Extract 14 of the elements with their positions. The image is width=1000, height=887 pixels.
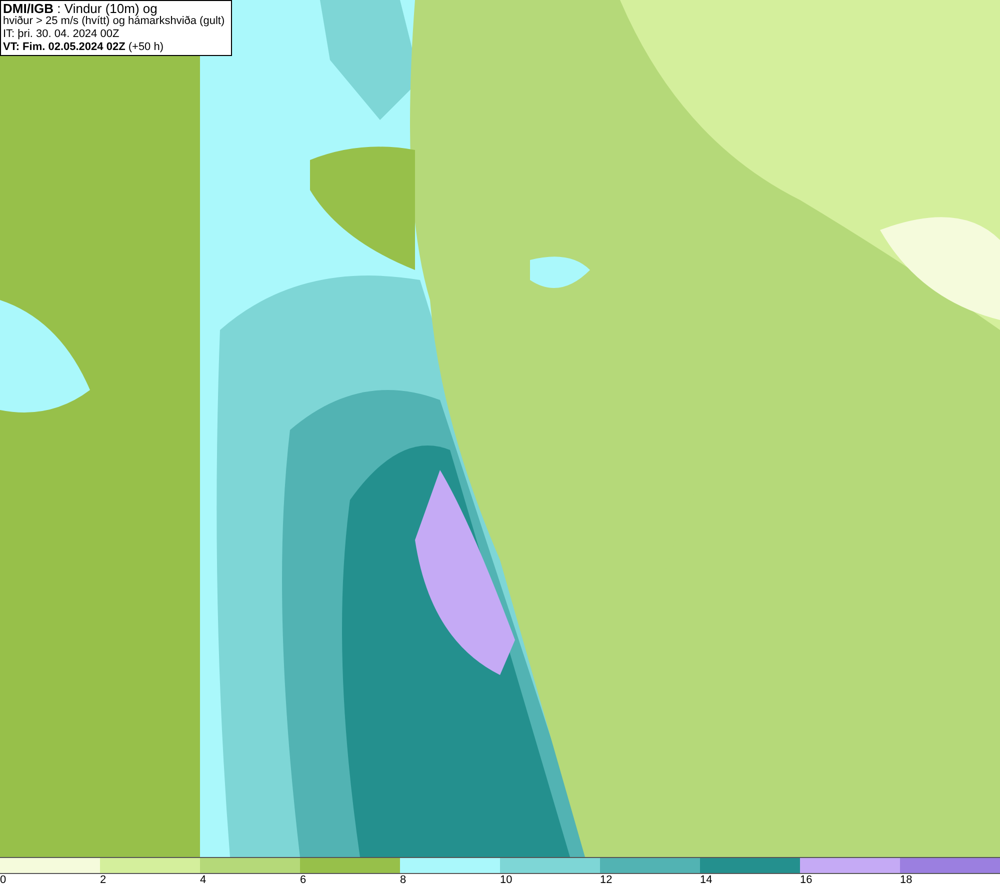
- legend-label: 0: [0, 874, 6, 887]
- legend-label: 2: [100, 874, 106, 887]
- legend-label: 8: [400, 874, 406, 887]
- legend-label: 4: [200, 874, 206, 887]
- header-line: VT: Fim. 02.05.2024 02Z (+50 h): [3, 41, 165, 54]
- header-line: IT: þri. 30. 04. 2024 00Z: [3, 28, 120, 41]
- legend-label: 14: [700, 874, 712, 887]
- legend-label: 10: [500, 874, 512, 887]
- header-line: DMI/IGB : Vindur (10m) og: [3, 2, 158, 15]
- legend-label: 12: [600, 874, 612, 887]
- header-line: hviður > 25 m/s (hvítt) og hámarkshviða (gult): [3, 15, 226, 28]
- legend-label: 6: [300, 874, 306, 887]
- legend-label: 18: [900, 874, 912, 887]
- legend-label: 16: [800, 874, 812, 887]
